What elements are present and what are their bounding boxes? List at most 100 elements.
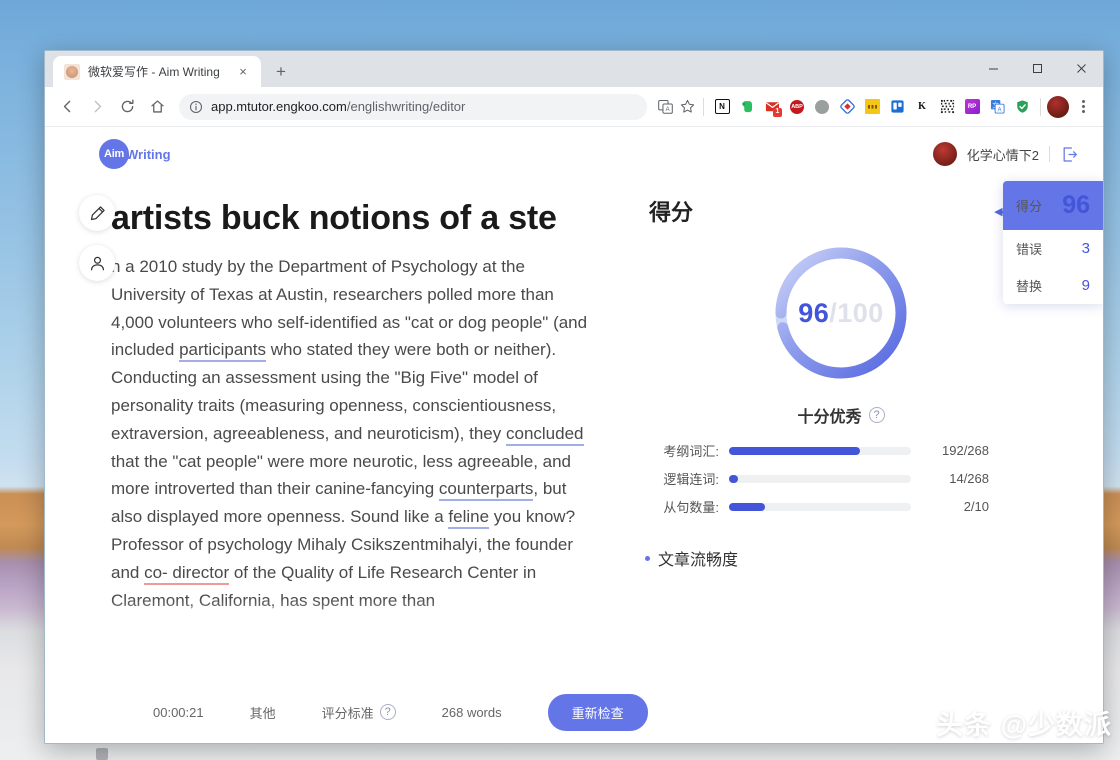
score-card-value: 3 — [1081, 240, 1090, 257]
new-tab-button[interactable]: + — [267, 57, 295, 85]
error-word[interactable]: co- director — [144, 562, 230, 585]
suggestion-word[interactable]: concluded — [505, 423, 584, 446]
metric-progress-track — [729, 446, 911, 455]
url-path: /englishwriting/editor — [346, 99, 466, 114]
reload-button[interactable] — [113, 93, 141, 121]
category-label[interactable]: 其他 — [250, 703, 276, 722]
bookmark-star-icon[interactable] — [677, 97, 697, 117]
fluency-section[interactable]: 文章流畅度 — [619, 546, 1103, 570]
avatar[interactable] — [932, 142, 957, 166]
metric-value: 14/268 — [949, 471, 989, 486]
readwise-extension[interactable]: RP — [960, 94, 984, 120]
app-logo[interactable]: Aim Writing — [99, 139, 171, 169]
score-card-main-row[interactable]: 得分 96 — [1003, 181, 1103, 230]
close-window-button[interactable] — [1059, 51, 1103, 85]
metric-row: 考纲词汇: 192/268 — [645, 441, 1063, 460]
toolbar-divider-2 — [1040, 97, 1041, 116]
metric-progress-track — [729, 502, 911, 511]
user-area: 化学心情下2 — [932, 142, 1079, 166]
extension-icons: N 1 ABP K RP A — [710, 94, 1034, 120]
notion-extension[interactable]: N — [710, 94, 734, 120]
kami-extension[interactable]: K — [910, 94, 934, 120]
google-translate-extension[interactable]: 文A — [985, 94, 1009, 120]
tab-title: 微软爱写作 - Aim Writing — [88, 65, 220, 79]
recheck-button[interactable]: 重新检查 — [547, 693, 648, 731]
maximize-button[interactable] — [1015, 51, 1059, 85]
chrome-menu[interactable] — [1071, 94, 1095, 120]
score-card-row[interactable]: 错误 3 — [1003, 230, 1103, 267]
metric-value: 2/10 — [963, 499, 989, 514]
rating-row: 十分优秀 ? — [619, 403, 1103, 427]
essay-paragraph: n a 2010 study by the Department of Psyc… — [111, 253, 595, 614]
page-title: 得分 — [649, 200, 694, 225]
metric-label: 从句数量: — [663, 500, 719, 515]
score-summary-card: 得分 96 错误 3 替换 9 — [1003, 181, 1103, 304]
score-card-row[interactable]: 替换 9 — [1003, 267, 1103, 304]
floating-tools — [79, 195, 115, 281]
minimize-button[interactable] — [971, 51, 1015, 85]
metric-progress-fill — [729, 446, 861, 455]
rating-help-icon[interactable]: ? — [868, 407, 885, 423]
address-bar[interactable]: app.mtutor.engkoo.com/englishwriting/edi… — [179, 93, 647, 120]
evernote-extension[interactable] — [735, 94, 759, 120]
watermark: 头条 @少数派 — [936, 710, 1112, 740]
suggestion-word[interactable]: feline — [448, 507, 490, 530]
document-body[interactable]: n a 2010 study by the Department of Psyc… — [45, 253, 605, 645]
user-profile-tool[interactable] — [79, 245, 115, 281]
sticky-notes-extension[interactable] — [860, 94, 884, 120]
score-card-key: 替换 — [1016, 279, 1043, 294]
aim-writing-favicon — [64, 63, 80, 80]
header-divider — [1049, 146, 1050, 162]
trello-extension[interactable] — [885, 94, 909, 120]
grammarly-extension[interactable] — [810, 94, 834, 120]
web-page: Aim Writing 化学心情下2 artists buck notions … — [45, 127, 1103, 743]
metric-progress-fill — [729, 502, 766, 511]
app-header: Aim Writing 化学心情下2 — [45, 127, 1103, 181]
app-logo-badge: Aim — [99, 139, 129, 169]
translate-icon[interactable]: A — [655, 97, 675, 117]
site-info-icon[interactable] — [189, 100, 203, 114]
timer-label: 00:00:21 — [153, 704, 204, 720]
fluency-label: 文章流畅度 — [658, 552, 739, 569]
browser-toolbar: app.mtutor.engkoo.com/englishwriting/edi… — [45, 87, 1103, 127]
metric-progress-track — [729, 474, 911, 483]
url-domain: app.mtutor.engkoo.com — [211, 99, 347, 114]
score-column: 得分 ◀◀ 96 / 100 十分优秀 ? 考纲词汇: 192/268 逻辑连词… — [605, 181, 1103, 743]
browser-tab[interactable]: 微软爱写作 - Aim Writing × — [53, 56, 261, 87]
adblock-plus-extension[interactable]: ABP — [785, 94, 809, 120]
browser-tabstrip: 微软爱写作 - Aim Writing × + — [45, 51, 1103, 87]
profile-avatar[interactable] — [1047, 95, 1069, 118]
desktop-icon — [96, 748, 108, 760]
criteria-item[interactable]: 评分标准 ? — [322, 703, 396, 722]
bullet-icon — [645, 555, 650, 561]
document-title[interactable]: artists buck notions of a ste — [45, 195, 605, 253]
main-content: artists buck notions of a ste n a 2010 s… — [45, 181, 1103, 743]
suggestion-word[interactable]: counterparts — [438, 479, 534, 502]
score-gauge-label: 96/100 — [769, 241, 913, 385]
criteria-label: 评分标准 — [321, 705, 374, 721]
browser-window: 微软爱写作 - Aim Writing × + app.mtutor.engko… — [44, 50, 1104, 744]
shield-security-extension[interactable] — [1010, 94, 1034, 120]
gmail-unread-badge: 1 — [773, 107, 782, 117]
score-total: 100 — [837, 297, 884, 328]
score-card-value: 96 — [1062, 191, 1090, 219]
gmail-checker-extension[interactable]: 1 — [760, 94, 784, 120]
score-gauge: 96/100 — [769, 241, 913, 385]
score-separator: / — [829, 297, 838, 328]
app-logo-word: Writing — [126, 146, 171, 162]
forward-button[interactable] — [83, 93, 111, 121]
qr-code-extension[interactable] — [935, 94, 959, 120]
score-card-key: 错误 — [1016, 242, 1043, 257]
home-button[interactable] — [143, 93, 171, 121]
desktop-wallpaper: 微软爱写作 - Aim Writing × + app.mtutor.engko… — [0, 0, 1120, 760]
toolbar-divider — [703, 97, 704, 116]
rating-label: 十分优秀 — [797, 409, 862, 426]
close-tab-icon[interactable]: × — [235, 64, 251, 80]
edit-pencil-tool[interactable] — [79, 195, 115, 231]
logout-icon[interactable] — [1060, 145, 1079, 164]
criteria-help-icon[interactable]: ? — [379, 704, 396, 720]
suggestion-word[interactable]: participants — [179, 340, 266, 363]
metric-value: 192/268 — [942, 443, 989, 458]
diigo-extension[interactable] — [835, 94, 859, 120]
back-button[interactable] — [53, 93, 81, 121]
